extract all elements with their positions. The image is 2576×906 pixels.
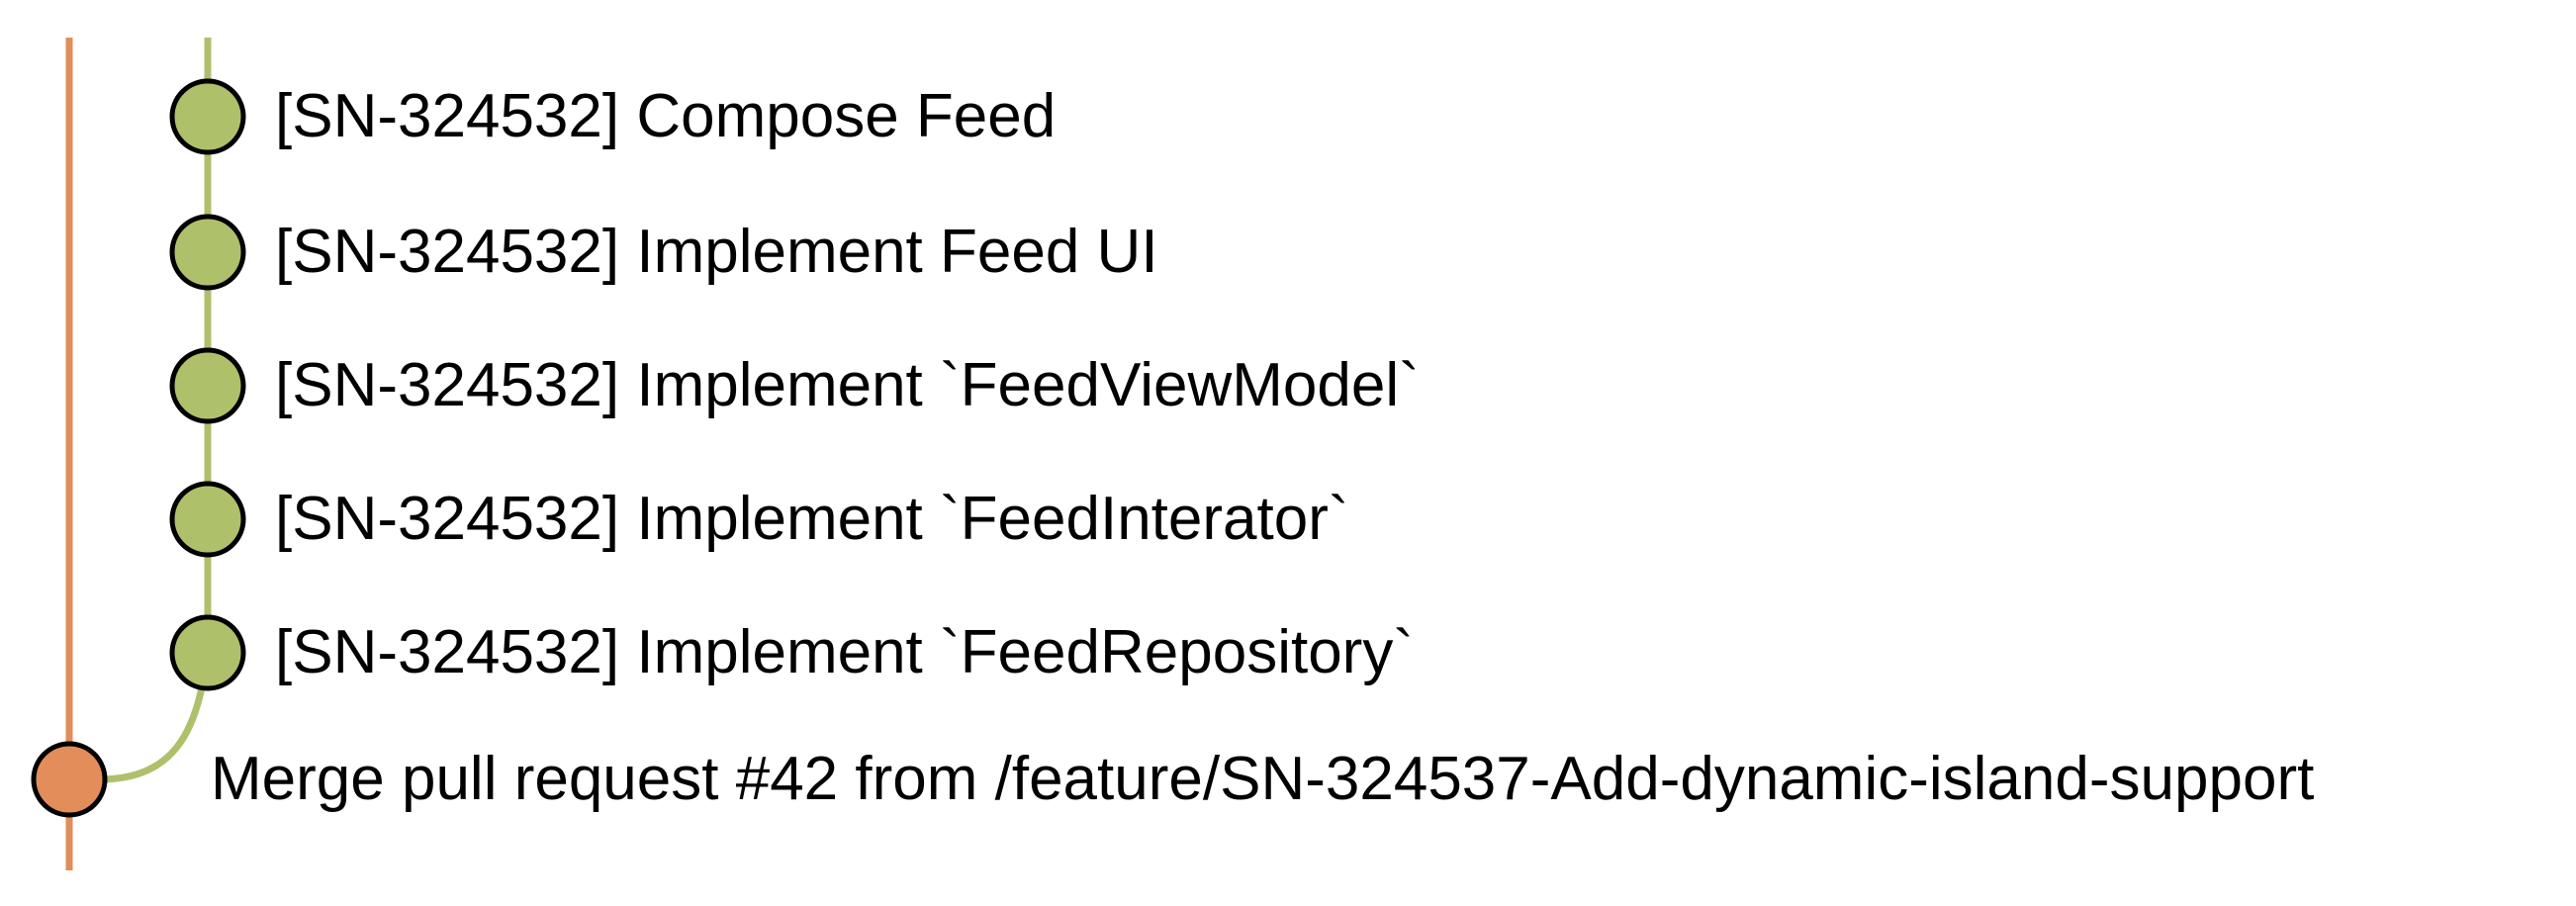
feature-commit-node[interactable]	[169, 214, 246, 291]
commit-label-feed-interator[interactable]: [SN-324532] Implement `FeedInterator`	[275, 489, 1349, 550]
commit-label-compose-feed[interactable]: [SN-324532] Compose Feed	[275, 86, 1056, 147]
commit-label-feed-ui[interactable]: [SN-324532] Implement Feed UI	[275, 222, 1158, 283]
feature-commit-node[interactable]	[169, 78, 246, 155]
feature-commit-node[interactable]	[169, 614, 246, 691]
feature-commit-node[interactable]	[169, 481, 246, 558]
merge-commit-label[interactable]: Merge pull request #42 from /feature/SN-…	[211, 749, 2314, 810]
feature-commit-node[interactable]	[169, 347, 246, 424]
commit-label-feed-view-model[interactable]: [SN-324532] Implement `FeedViewModel`	[275, 355, 1420, 416]
commit-label-feed-repository[interactable]: [SN-324532] Implement `FeedRepository`	[275, 622, 1414, 683]
merge-commit-node[interactable]	[31, 741, 108, 818]
